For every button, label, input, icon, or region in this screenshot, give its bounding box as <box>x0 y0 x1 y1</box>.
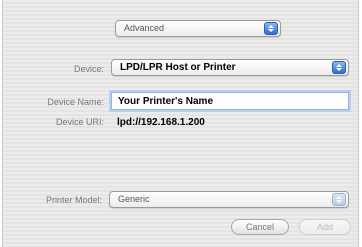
device-name-value: Your Printer's Name <box>118 96 213 107</box>
popup-arrows-icon <box>264 22 278 35</box>
popup-arrows-icon <box>332 193 346 206</box>
device-uri-label: Device URI: <box>55 117 104 127</box>
popup-arrows-icon <box>332 61 346 74</box>
printer-model-label: Printer Model: <box>45 195 102 205</box>
device-popup[interactable]: LPD/LPR Host or Printer <box>111 59 349 76</box>
mode-popup[interactable]: Advanced <box>115 20 281 37</box>
device-name-label: Device Name: <box>47 97 104 107</box>
print-setup-sheet: Advanced Device: LPD/LPR Host or Printer… <box>2 0 359 247</box>
device-popup-value: LPD/LPR Host or Printer <box>120 62 236 73</box>
device-label: Device: <box>73 64 104 74</box>
cancel-button[interactable]: Cancel <box>231 219 289 235</box>
add-button[interactable]: Add <box>299 219 351 235</box>
mode-popup-label: Advanced <box>124 23 165 33</box>
device-uri-value[interactable]: lpd://192.168.1.200 <box>117 117 205 128</box>
printer-model-popup[interactable]: Generic <box>109 191 349 208</box>
device-name-field[interactable]: Your Printer's Name <box>111 92 349 110</box>
printer-model-value: Generic <box>118 194 150 204</box>
